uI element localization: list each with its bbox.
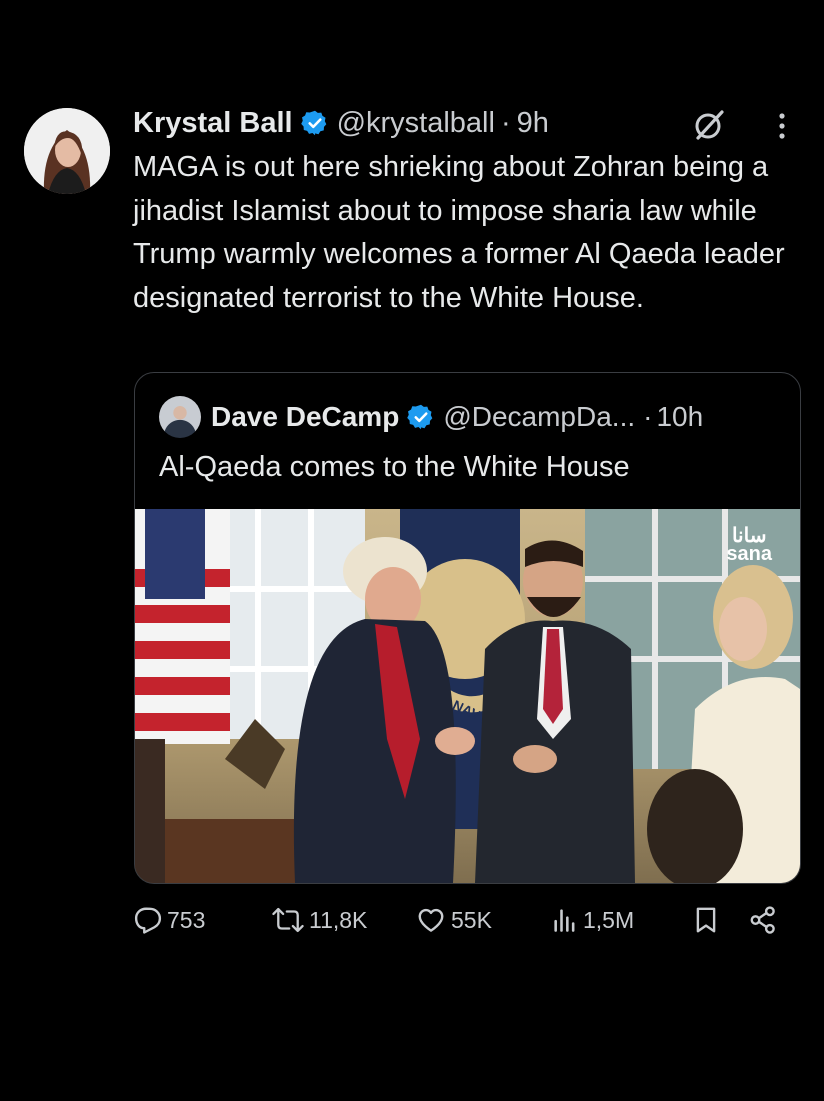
sana-watermark: سانا sana <box>726 526 772 565</box>
quote-time[interactable]: 10h <box>656 401 703 433</box>
quote-author-avatar[interactable] <box>159 396 201 438</box>
tweet-text: MAGA is out here shrieking about Zohran … <box>133 151 785 314</box>
author-avatar[interactable] <box>24 108 110 194</box>
quote-text: Al-Qaeda comes to the White House <box>159 451 630 483</box>
repost-button[interactable]: 11,8K <box>271 902 367 938</box>
tweet-time[interactable]: 9h <box>517 107 549 140</box>
tweet-header: Krystal Ball @krystalball · 9h <box>133 103 549 143</box>
author-name[interactable]: Krystal Ball <box>133 107 293 140</box>
bookmark-button[interactable] <box>691 902 725 938</box>
quote-header: Dave DeCamp @DecampDa... · 10h <box>159 395 703 439</box>
views-button[interactable]: 1,5M <box>551 902 634 938</box>
share-button[interactable] <box>747 902 783 938</box>
like-count: 55K <box>451 906 492 933</box>
views-icon <box>554 909 575 932</box>
separator-dot: · <box>500 106 511 139</box>
more-icon[interactable] <box>770 106 794 146</box>
grok-icon[interactable] <box>690 106 728 144</box>
separator-dot: · <box>643 401 653 432</box>
share-icon <box>750 906 775 934</box>
bookmark-icon <box>696 907 716 933</box>
like-icon <box>418 908 444 932</box>
author-handle[interactable]: @krystalball <box>337 107 495 140</box>
quote-photo[interactable]: ES NAVY سانا sana <box>135 509 800 883</box>
repost-icon <box>272 907 304 933</box>
verified-badge-icon <box>407 403 435 431</box>
views-count: 1,5M <box>583 906 635 933</box>
watermark-latin: sana <box>726 543 772 565</box>
photo-illustration: ES NAVY <box>135 509 800 883</box>
reply-count: 753 <box>167 906 206 933</box>
quote-author-name[interactable]: Dave DeCamp <box>211 401 399 433</box>
action-bar: 753 11,8K 55K 1,5M <box>133 902 793 938</box>
quote-author-handle[interactable]: @DecampDa... <box>443 401 635 433</box>
reply-button[interactable]: 753 <box>133 902 205 938</box>
verified-badge-icon <box>300 109 329 137</box>
reply-icon <box>134 907 162 934</box>
repost-count: 11,8K <box>309 906 368 933</box>
like-button[interactable]: 55K <box>415 902 492 938</box>
quoted-tweet[interactable]: Dave DeCamp @DecampDa... · 10h Al-Qaeda … <box>134 372 801 884</box>
